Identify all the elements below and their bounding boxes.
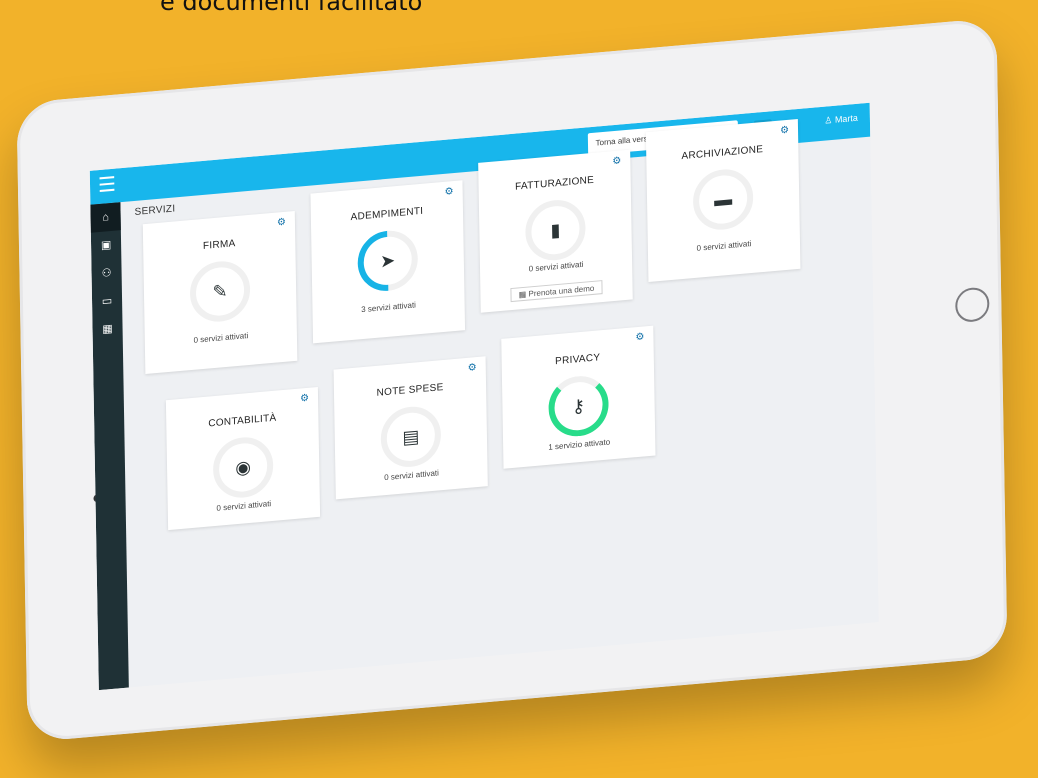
card-adempimenti[interactable]: ⚙ ADEMPIMENTI ➤ 3 servizi attivati bbox=[310, 180, 466, 344]
gear-icon[interactable]: ⚙ bbox=[445, 186, 455, 198]
card-title: FATTURAZIONE bbox=[515, 174, 595, 193]
archive-icon: ▬ bbox=[713, 188, 733, 211]
sidebar: ⌂ ▣ ⚇ ▭ ▦ bbox=[90, 202, 129, 691]
home-button[interactable] bbox=[955, 286, 990, 324]
users-icon[interactable]: ⚇ bbox=[91, 258, 121, 289]
card-status: 0 servizi attivati bbox=[216, 499, 272, 513]
paper-plane-icon: ➤ bbox=[380, 250, 396, 272]
grid-icon[interactable]: ▦ bbox=[92, 314, 122, 345]
app-screen: ☰ Torna alla versione classica di Agyo ®… bbox=[89, 102, 879, 691]
gear-icon[interactable]: ⚙ bbox=[300, 393, 310, 405]
home-icon[interactable]: ⌂ bbox=[90, 202, 121, 233]
gear-icon[interactable]: ⚙ bbox=[277, 217, 287, 229]
card-status: 0 servizi attivati bbox=[696, 239, 752, 253]
card-note-spese[interactable]: ⚙ NOTE SPESE ▤ 0 servizi attivati bbox=[333, 356, 488, 500]
gear-icon[interactable]: ⚙ bbox=[780, 125, 790, 137]
card-status: 0 servizi attivati bbox=[384, 468, 439, 483]
document-icon: ▤ bbox=[402, 426, 420, 448]
calendar-icon: ▦ bbox=[518, 289, 529, 300]
card-archiviazione[interactable]: ⚙ ARCHIVIAZIONE ▬ 0 servizi attivati bbox=[645, 118, 801, 283]
demo-label: Prenota una demo bbox=[528, 283, 595, 299]
card-privacy[interactable]: ⚙ PRIVACY ⚷ 1 servizio attivato bbox=[501, 325, 656, 469]
briefcase-icon[interactable]: ▣ bbox=[91, 230, 121, 261]
user-menu[interactable]: ♙ Marta bbox=[824, 113, 858, 127]
user-name: Marta bbox=[834, 112, 858, 125]
id-card-icon[interactable]: ▭ bbox=[92, 286, 122, 317]
card-fatturazione[interactable]: ⚙ FATTURAZIONE ▮ 0 servizi attivati ▦ Pr… bbox=[478, 149, 633, 313]
user-icon: ♙ bbox=[824, 114, 833, 126]
section-title: SERVIZI bbox=[134, 203, 176, 218]
file-icon: ▮ bbox=[550, 219, 561, 241]
prenota-demo-button[interactable]: ▦ Prenota una demo bbox=[510, 280, 603, 303]
tablet-device: ☰ Torna alla versione classica di Agyo ®… bbox=[16, 17, 1008, 743]
gear-icon[interactable]: ⚙ bbox=[635, 331, 645, 343]
pencil-icon: ✎ bbox=[212, 280, 228, 303]
card-status: 0 servizi attivati bbox=[193, 331, 249, 345]
headline: e documenti facilitato bbox=[160, 0, 423, 16]
hamburger-menu-icon[interactable]: ☰ bbox=[98, 174, 120, 198]
gear-icon[interactable]: ⚙ bbox=[612, 155, 622, 167]
card-status: 1 servizio attivato bbox=[548, 437, 611, 452]
card-title: FIRMA bbox=[202, 238, 236, 252]
card-title: CONTABILITÀ bbox=[208, 412, 277, 430]
key-icon: ⚷ bbox=[571, 395, 586, 417]
card-title: ARCHIVIAZIONE bbox=[681, 144, 764, 163]
card-firma[interactable]: ⚙ FIRMA ✎ 0 servizi attivati bbox=[142, 210, 298, 375]
card-title: ADEMPIMENTI bbox=[350, 205, 424, 224]
card-title: NOTE SPESE bbox=[376, 381, 444, 399]
card-contabilita[interactable]: ⚙ CONTABILITÀ ◉ 0 servizi attivati bbox=[165, 386, 321, 531]
globe-icon: ◉ bbox=[235, 456, 252, 479]
card-title: PRIVACY bbox=[555, 352, 601, 368]
card-status: 3 servizi attivati bbox=[361, 300, 416, 315]
gear-icon[interactable]: ⚙ bbox=[468, 362, 478, 374]
